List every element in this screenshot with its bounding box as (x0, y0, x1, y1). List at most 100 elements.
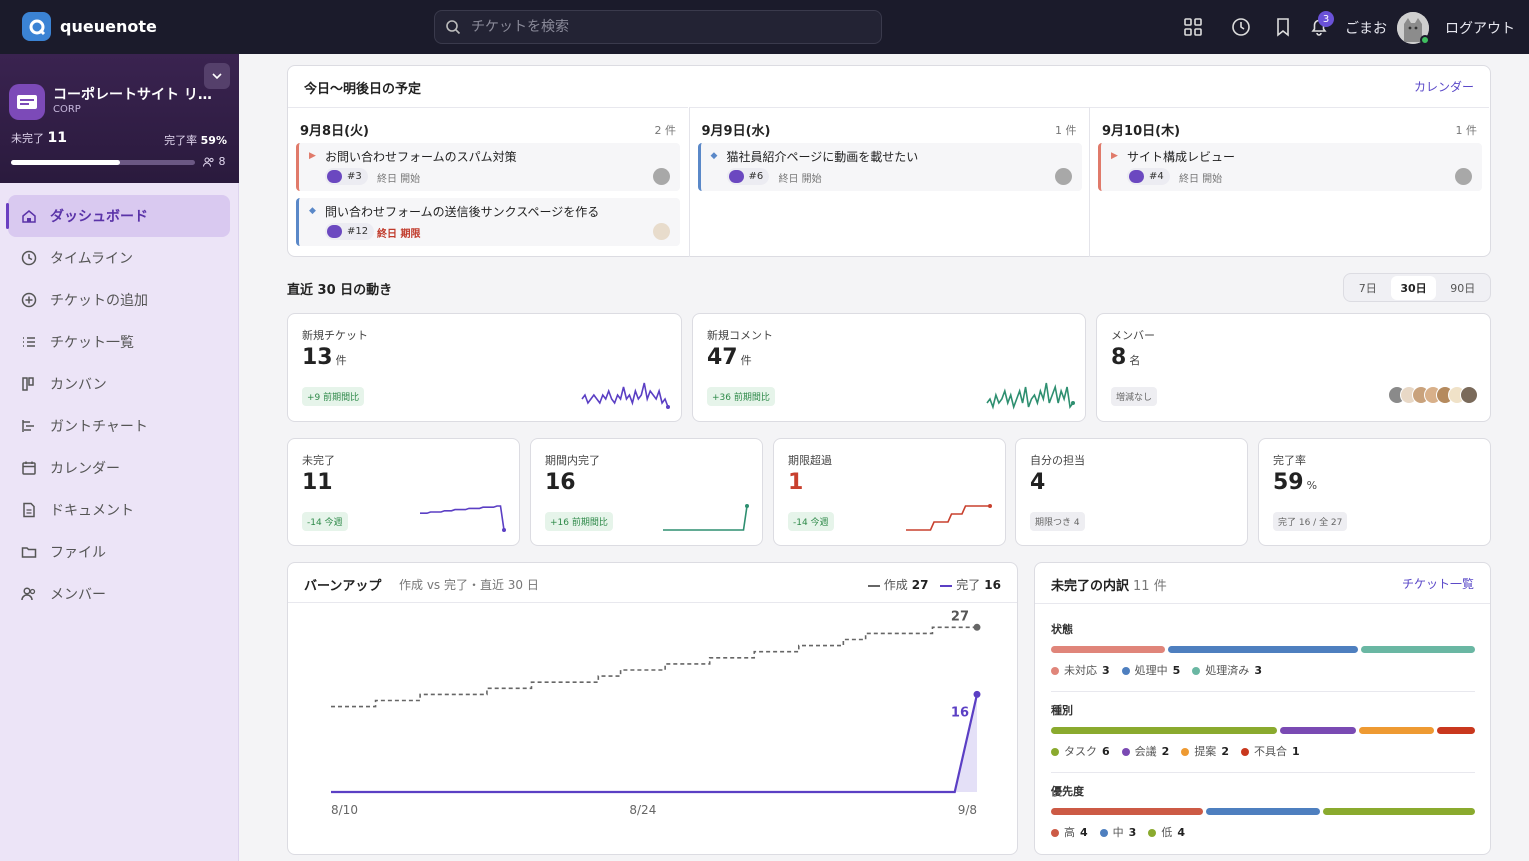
stat-value: 11 (302, 470, 333, 495)
stat-delta-tag: 完了 16 / 全 27 (1273, 512, 1348, 531)
sidebar-item-label: ガントチャート (50, 419, 148, 435)
sidebar-item-folder[interactable]: ファイル (8, 531, 230, 573)
ticket-status: 終日 開始 (778, 174, 822, 185)
sidebar-item-calendar[interactable]: カレンダー (8, 447, 230, 489)
legend-created: 作成 27 (867, 578, 929, 592)
sidebar-item-list[interactable]: チケット一覧 (8, 321, 230, 363)
apps-grid-icon[interactable] (1182, 16, 1204, 38)
stat-delta-tag: 増減なし (1111, 387, 1158, 406)
sidebar-item-label: チケット一覧 (50, 335, 134, 351)
assignee-avatar[interactable] (653, 223, 670, 240)
day-count: 1 件 (1055, 124, 1077, 137)
sidebar-item-document[interactable]: ドキュメント (8, 489, 230, 531)
ticket-id-pill[interactable]: #3 (325, 168, 368, 185)
stat-value: 4 (1030, 470, 1046, 495)
sidebar-item-gantt[interactable]: ガントチャート (8, 405, 230, 447)
breakdown-bar (1051, 727, 1475, 734)
breakdown-legend-item[interactable]: 低4 (1148, 824, 1185, 840)
users-icon (21, 587, 36, 601)
breakdown-legend-item[interactable]: 中3 (1099, 824, 1136, 840)
schedule-ticket[interactable]: ◆ 猫社員紹介ページに動画を載せたい #6 終日 開始 (697, 143, 1082, 191)
project-switch-button[interactable] (204, 63, 230, 89)
sparkline-line (906, 505, 990, 531)
sidebar-item-clock[interactable]: タイムライン (8, 237, 230, 279)
triangle-right-icon: ▶ (1111, 151, 1118, 161)
breakdown-bar-segment[interactable] (1280, 727, 1356, 734)
breakdown-bar-segment[interactable] (1051, 646, 1165, 653)
breakdown-legend-item[interactable]: 未対応 3 (1051, 662, 1110, 678)
assignee-avatar[interactable] (1054, 168, 1072, 185)
sparkline-chart (581, 382, 670, 409)
breakdown-bar-segment[interactable] (1051, 808, 1203, 815)
stat-delta-tag: +9 前期間比 (302, 387, 365, 406)
breakdown-bar-segment[interactable] (1323, 808, 1475, 815)
breakdown-legend-item[interactable]: 処理中 5 (1121, 662, 1180, 678)
app-logo-icon[interactable] (22, 12, 51, 41)
breakdown-legend-item[interactable]: タスク 6 (1051, 743, 1110, 759)
project-card[interactable]: コーポレートサイト リニューアル CORP 未完了 11 完了率 59% 8 (0, 54, 239, 183)
breakdown-legend: 未対応 3 処理中 5 処理済み 3 (1051, 662, 1475, 678)
range-option[interactable]: 30日 (1391, 275, 1436, 300)
burnup-legend: 作成 27 完了 16 (867, 576, 1001, 593)
project-mini-icon (728, 170, 744, 183)
stat-value: 59% (1273, 470, 1318, 495)
sidebar-item-kanban[interactable]: カンバン (8, 363, 230, 405)
ticket-id-pill[interactable]: #4 (1127, 168, 1170, 185)
breakdown-bar-segment[interactable] (1206, 808, 1320, 815)
breakdown-bar-segment[interactable] (1358, 727, 1435, 734)
sidebar-item-label: メンバー (50, 587, 106, 603)
ticket-id-pill[interactable]: #6 (726, 168, 770, 185)
app-name[interactable]: queuenote (60, 17, 157, 36)
stat-card-small: 期限超過 1 -14 今週 (773, 438, 1006, 546)
member-avatars[interactable] (1388, 386, 1480, 406)
schedule-ticket[interactable]: ▶ サイト構成レビュー #4 終日 開始 (1098, 143, 1482, 191)
breakdown-legend-item[interactable]: 不具合 1 (1240, 743, 1300, 759)
breakdown-section-title: 優先度 (1051, 785, 1084, 798)
sparkline-line (663, 505, 748, 531)
ticket-list-link[interactable]: チケット一覧 (1402, 575, 1474, 592)
breakdown-card: 未完了の内訳 11 件 チケット一覧 状態 未対応 3 処理中 5 処理済み 3 種別 タス… (1034, 562, 1491, 855)
breakdown-legend-item[interactable]: 会議 2 (1121, 743, 1169, 759)
breakdown-legend-item[interactable]: 処理済み 3 (1192, 662, 1262, 678)
day-date: 9月10日(木) (1102, 124, 1181, 139)
ticket-id-pill[interactable]: #12 (325, 223, 375, 240)
sparkline-chart (420, 505, 506, 532)
stat-card-new-tickets: 新規チケット 13 件 +9 前期間比 (287, 313, 682, 422)
breakdown-legend-item[interactable]: 提案 2 (1181, 743, 1229, 759)
username[interactable]: ごまお (1345, 18, 1387, 38)
range-option[interactable]: 90日 (1441, 276, 1484, 300)
history-clock-icon[interactable] (1230, 16, 1252, 38)
calendar-link[interactable]: カレンダー (1414, 78, 1474, 95)
sidebar-item-users[interactable]: メンバー (8, 573, 230, 615)
breakdown-bar-segment[interactable] (1361, 646, 1475, 653)
range-option[interactable]: 7日 (1350, 276, 1386, 300)
breakdown-legend-item[interactable]: 高4 (1051, 824, 1088, 840)
assignee-avatar[interactable] (1455, 168, 1472, 185)
logout-link[interactable]: ログアウト (1445, 18, 1515, 38)
sidebar-item-label: カレンダー (50, 461, 120, 477)
sidebar-item-plus-circle[interactable]: チケットの追加 (8, 279, 230, 321)
breakdown-bar-segment[interactable] (1168, 646, 1358, 653)
ticket-title: お問い合わせフォームのスパム対策 (325, 150, 517, 164)
search-box[interactable] (434, 10, 882, 44)
schedule-ticket[interactable]: ▶ お問い合わせフォームのスパム対策 #3 終日 開始 (296, 143, 680, 191)
schedule-day-column: 9月10日(木) 1 件 ▶ サイト構成レビュー #4 終日 開始 (1089, 107, 1489, 257)
sidebar-item-home[interactable]: ダッシュボード (6, 195, 230, 237)
member-avatar[interactable] (1460, 386, 1478, 404)
bookmark-icon[interactable] (1272, 16, 1294, 38)
schedule-day-column: 9月8日(火) 2 件 ▶ お問い合わせフォームのスパム対策 #3 終日 開始 … (288, 107, 688, 257)
project-mini-icon (327, 225, 342, 238)
kanban-icon (22, 377, 34, 391)
sparkline-end-dot (745, 504, 749, 508)
search-input[interactable] (471, 11, 871, 43)
x-tick-label: 8/24 (629, 803, 656, 817)
breakdown-section: 種別 タスク 6 会議 2 提案 2 不具合 1 (1051, 702, 1475, 773)
schedule-ticket[interactable]: ◆ 問い合わせフォームの送信後サンクスページを作る #12 終日 期限 (296, 198, 680, 246)
breakdown-bar-segment[interactable] (1051, 727, 1278, 734)
sparkline-chart (663, 504, 749, 531)
breakdown-bar-segment[interactable] (1437, 727, 1475, 734)
schedule-day-column: 9月9日(水) 1 件 ◆ 猫社員紹介ページに動画を載せたい #6 終日 開始 (688, 107, 1089, 257)
assignee-avatar[interactable] (653, 168, 670, 185)
stat-delta-tag: -14 今週 (302, 512, 348, 531)
notification-badge: 3 (1318, 11, 1334, 27)
